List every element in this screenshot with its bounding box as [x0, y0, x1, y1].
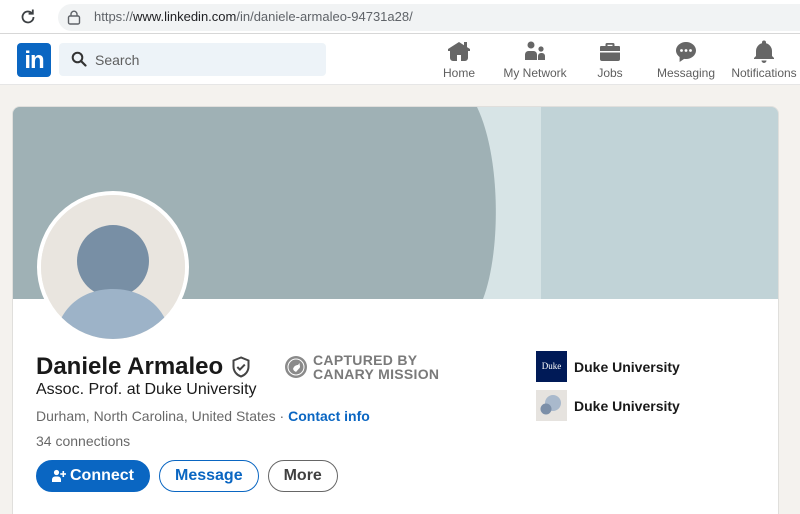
name-row: Daniele Armaleo — [36, 353, 251, 381]
search-box[interactable] — [59, 43, 326, 76]
nav-jobs[interactable]: Jobs — [595, 40, 625, 84]
profile-card: Daniele Armaleo Assoc. Prof. at Duke Uni… — [12, 106, 779, 514]
school-placeholder-icon — [536, 390, 567, 421]
nav-my-network-label: My Network — [503, 66, 567, 80]
bell-icon — [754, 40, 774, 63]
connect-label: Connect — [70, 467, 134, 484]
nav-my-network[interactable]: My Network — [501, 40, 569, 84]
education-item[interactable]: Duke University — [536, 390, 680, 421]
search-input[interactable] — [95, 43, 315, 76]
site-info-icon[interactable] — [67, 10, 81, 25]
captured-line-1: CAPTURED BY — [313, 352, 418, 368]
nav-jobs-label: Jobs — [597, 66, 623, 80]
url-path: /in/daniele-armaleo-94731a28/ — [236, 9, 413, 24]
connect-button[interactable]: Connect — [36, 460, 150, 492]
more-label: More — [283, 467, 322, 484]
nav-notifications[interactable]: Notifications — [729, 40, 799, 84]
more-button[interactable]: More — [267, 460, 338, 492]
location-row: Durham, North Carolina, United States · … — [36, 408, 370, 424]
profile-location: Durham, North Carolina, United States — [36, 408, 276, 424]
canary-mission-stamp: CAPTURED BY CANARY MISSION — [284, 353, 439, 381]
linkedin-logo[interactable]: in — [17, 43, 51, 77]
nav-notifications-label: Notifications — [731, 66, 797, 80]
profile-name: Daniele Armaleo — [36, 353, 224, 380]
education-name: Duke University — [574, 397, 680, 414]
nav-messaging-label: Messaging — [656, 66, 716, 80]
url-host: www.linkedin.com — [133, 9, 237, 24]
education-name: Duke University — [574, 358, 680, 375]
profile-headline: Assoc. Prof. at Duke University — [36, 381, 257, 398]
reload-icon[interactable] — [18, 7, 38, 27]
profile-avatar[interactable] — [37, 191, 189, 343]
duke-logo: Duke — [536, 351, 567, 382]
add-person-icon — [52, 469, 66, 482]
profile-actions: Connect Message More — [36, 460, 347, 492]
nav-home-label: Home — [442, 66, 475, 80]
url-text[interactable]: https://www.linkedin.com/in/daniele-arma… — [94, 9, 413, 24]
jobs-icon — [600, 43, 620, 61]
search-icon — [71, 51, 87, 67]
home-icon — [448, 42, 470, 61]
nav-home[interactable]: Home — [441, 40, 477, 84]
address-bar[interactable]: https://www.linkedin.com/in/daniele-arma… — [58, 4, 800, 31]
captured-line-2: CANARY MISSION — [313, 366, 440, 382]
message-button[interactable]: Message — [159, 460, 259, 492]
messaging-icon — [676, 42, 696, 62]
linkedin-header: in Home My Network Jobs — [0, 34, 800, 85]
canary-mission-logo-icon — [285, 356, 307, 378]
canary-mission-text: CAPTURED BY CANARY MISSION — [313, 353, 439, 381]
contact-info-link[interactable]: Contact info — [288, 408, 370, 424]
url-prefix: https:// — [94, 9, 134, 24]
my-network-icon — [525, 41, 545, 60]
nav-messaging[interactable]: Messaging — [656, 40, 716, 84]
education-item[interactable]: Duke Duke University — [536, 351, 680, 382]
message-label: Message — [175, 467, 243, 484]
connections-count: 34 connections — [36, 433, 131, 449]
verified-shield-icon[interactable] — [231, 356, 251, 378]
separator-dot: · — [275, 408, 289, 424]
browser-toolbar: https://www.linkedin.com/in/daniele-arma… — [0, 0, 800, 34]
default-avatar-icon — [41, 195, 185, 339]
